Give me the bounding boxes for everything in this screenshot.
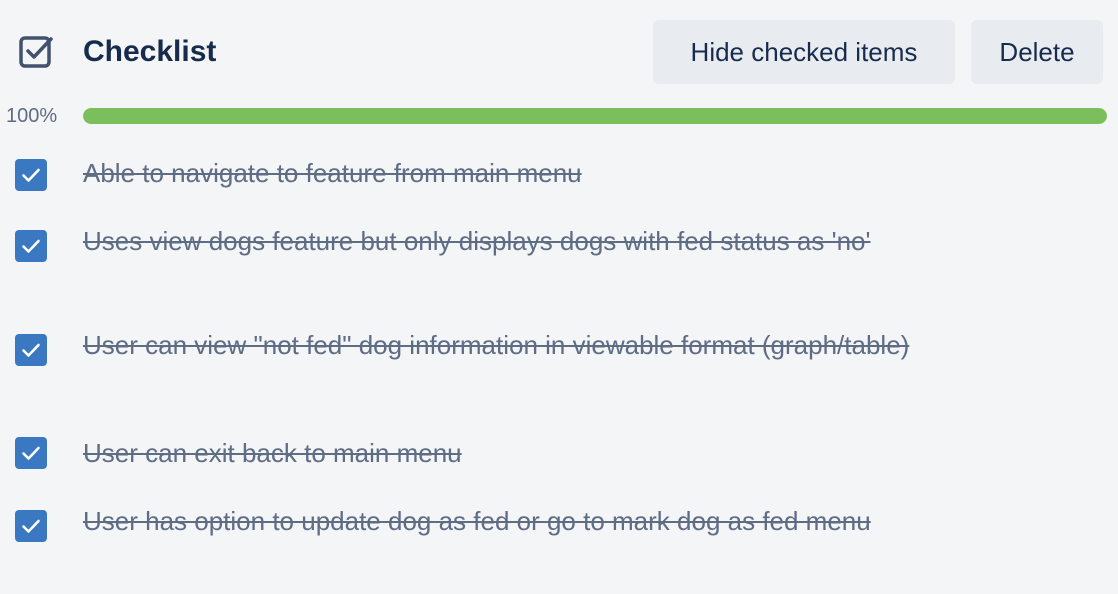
progress-percent: 100% [6,105,58,127]
progress-bar-fill [83,108,1107,124]
check-icon [22,168,40,182]
check-icon [22,519,40,533]
delete-button[interactable]: Delete [971,20,1103,84]
checkbox-checked[interactable] [15,159,47,191]
check-icon [22,239,40,253]
checklist-item-label[interactable]: Uses view dogs feature but only displays… [83,222,933,261]
checkbox-checked[interactable] [15,510,47,542]
checklist-item-label[interactable]: User can view "not fed" dog information … [83,326,933,365]
progress-row: 100% [0,100,1118,132]
checkbox-checked[interactable] [15,437,47,469]
check-icon [22,343,40,357]
check-icon [22,446,40,460]
checkbox-checked[interactable] [15,334,47,366]
page-title: Checklist [83,35,217,68]
checklist-header: Checklist Hide checked items Delete [0,20,1118,84]
checkbox-checked[interactable] [15,230,47,262]
progress-bar [83,108,1107,124]
checklist-item-label[interactable]: Able to navigate to feature from main me… [83,154,933,193]
checklist-panel: Checklist Hide checked items Delete 100%… [0,0,1118,594]
checklist-icon [18,34,54,70]
checklist-item-label[interactable]: User can exit back to main menu [83,434,933,473]
checklist-item-label[interactable]: User has option to update dog as fed or … [83,502,933,541]
hide-checked-items-button[interactable]: Hide checked items [653,20,955,84]
